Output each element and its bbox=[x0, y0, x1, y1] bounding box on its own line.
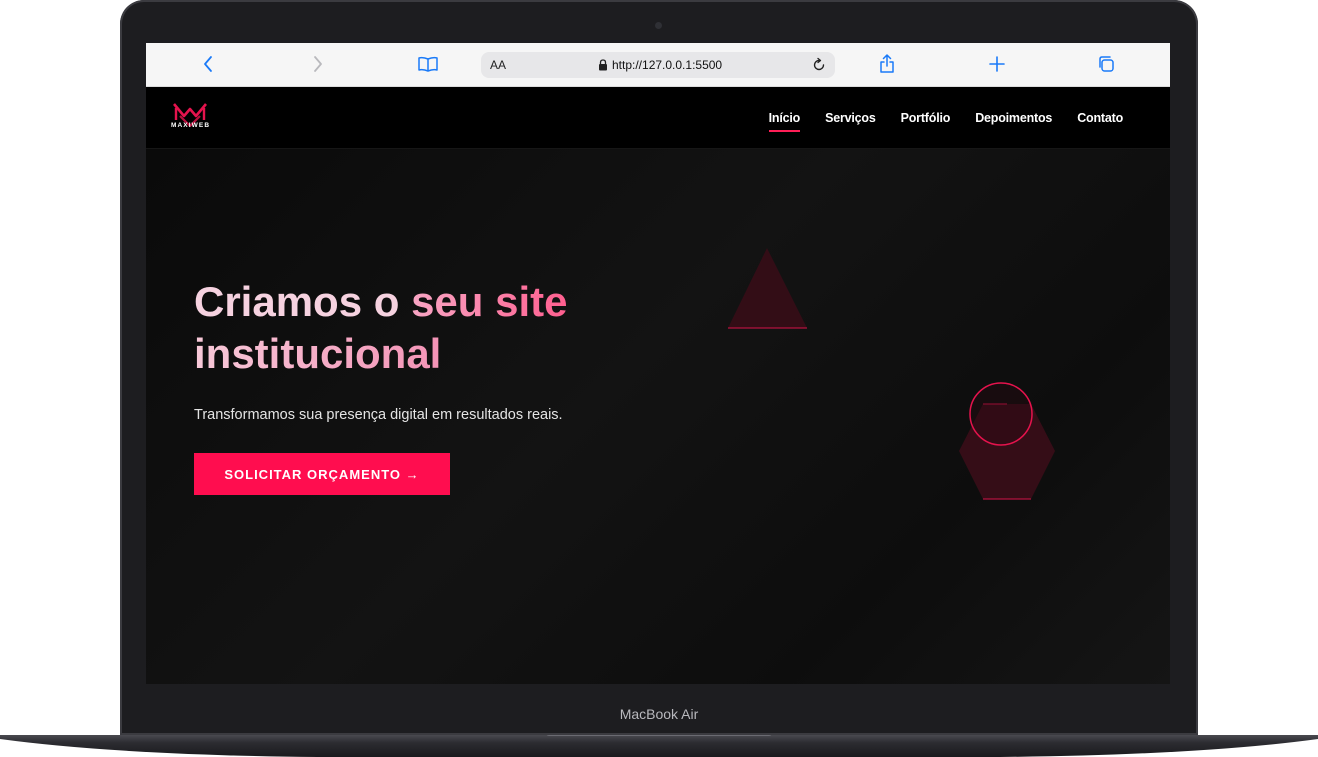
laptop-mockup: AA http://127.0.0.1:5500 MAXIWEB Início … bbox=[0, 0, 1318, 757]
circle-shape bbox=[969, 382, 1033, 446]
address-bar[interactable]: AA http://127.0.0.1:5500 bbox=[481, 52, 835, 78]
hero-title-part1: Criamos o bbox=[194, 278, 412, 325]
hero-title: Criamos o seu site institucional bbox=[194, 276, 654, 380]
plus-icon[interactable] bbox=[983, 50, 1011, 78]
book-icon[interactable] bbox=[414, 50, 442, 78]
nav-item-depoimentos[interactable]: Depoimentos bbox=[975, 111, 1052, 125]
nav-item-contato[interactable]: Contato bbox=[1077, 111, 1123, 125]
lock-icon bbox=[599, 59, 607, 71]
site-header: MAXIWEB Início Serviços Portfólio Depoim… bbox=[146, 87, 1170, 149]
tabs-icon[interactable] bbox=[1092, 50, 1120, 78]
hero-subtitle: Transformamos sua presença digital em re… bbox=[194, 407, 563, 423]
nav-item-servicos[interactable]: Serviços bbox=[825, 111, 876, 125]
nav-item-inicio[interactable]: Início bbox=[768, 111, 801, 132]
hero-title-line2: institucional bbox=[194, 330, 442, 377]
hero-section: Criamos o seu site institucional Transfo… bbox=[146, 149, 1170, 684]
request-quote-button[interactable]: SOLICITAR ORÇAMENTO → bbox=[194, 453, 450, 495]
main-nav: Início Serviços Portfólio Depoimentos Co… bbox=[744, 111, 1123, 132]
maxiweb-logo[interactable] bbox=[170, 98, 210, 138]
device-brand-label: MacBook Air bbox=[619, 706, 699, 722]
screen: AA http://127.0.0.1:5500 MAXIWEB Início … bbox=[146, 43, 1170, 684]
share-icon[interactable] bbox=[873, 50, 901, 78]
logo-text: MAXIWEB bbox=[171, 122, 211, 129]
chevron-right-icon[interactable] bbox=[304, 50, 332, 78]
reload-icon[interactable] bbox=[810, 56, 828, 74]
url-text: http://127.0.0.1:5500 bbox=[612, 58, 723, 72]
chevron-left-icon[interactable] bbox=[194, 50, 222, 78]
camera-icon bbox=[655, 22, 662, 29]
nav-item-portfolio[interactable]: Portfólio bbox=[901, 111, 951, 125]
hero-title-highlight: seu site bbox=[411, 278, 568, 325]
triangle-shape bbox=[728, 248, 807, 328]
browser-toolbar: AA http://127.0.0.1:5500 bbox=[146, 43, 1170, 87]
text-size-button[interactable]: AA bbox=[490, 58, 506, 72]
